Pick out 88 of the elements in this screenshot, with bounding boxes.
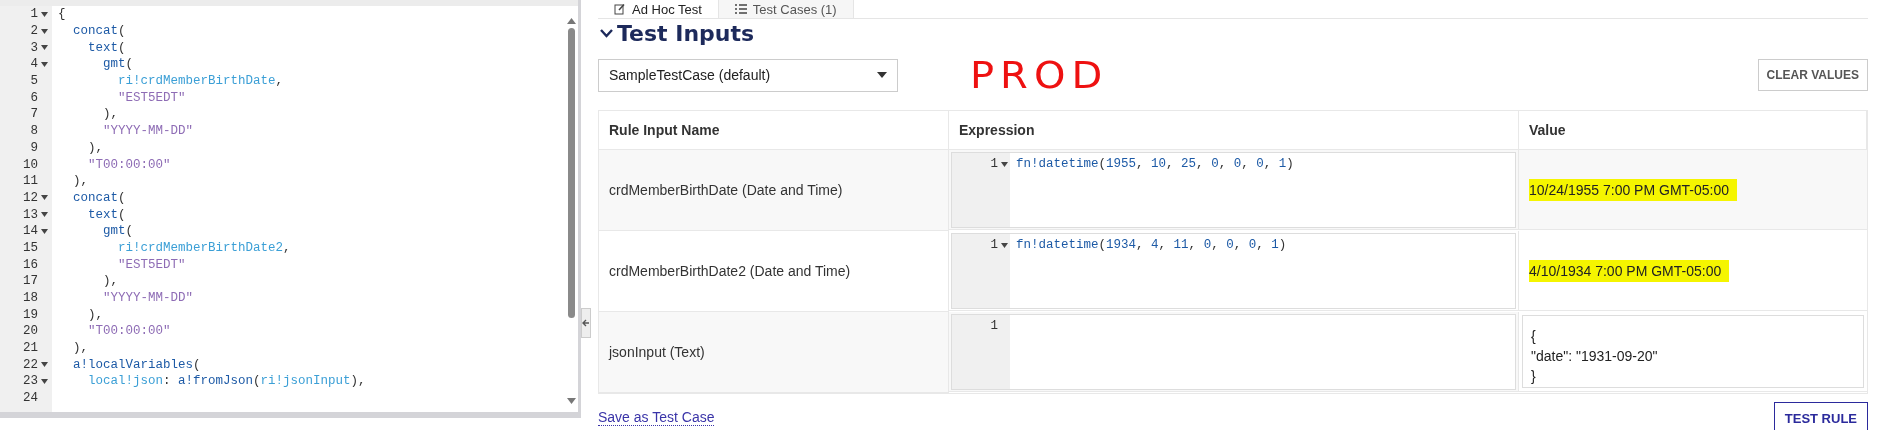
line-number: 24 bbox=[22, 391, 38, 406]
code-line: ), bbox=[87, 140, 103, 155]
code-line: gmt( bbox=[102, 224, 134, 239]
fold-caret-icon[interactable] bbox=[1001, 242, 1008, 248]
line-number: 14 bbox=[22, 224, 38, 239]
line-number: 23 bbox=[22, 374, 38, 389]
code-line: "YYYY-MM-DD" bbox=[102, 291, 193, 306]
scrollbar-thumb[interactable] bbox=[567, 28, 575, 318]
code-line: concat( bbox=[72, 24, 126, 39]
code-line: ri!crdMemberBirthDate2, bbox=[117, 240, 291, 255]
test-rule-button[interactable]: TEST RULE bbox=[1773, 402, 1868, 430]
tab[interactable]: Test Cases (1) bbox=[718, 0, 854, 18]
fold-caret-icon[interactable] bbox=[41, 212, 48, 218]
fold-caret-icon[interactable] bbox=[41, 45, 48, 51]
code-line: fn!datetime(1955, 10, 25, 0, 0, 0, 1) bbox=[1015, 157, 1294, 172]
scroll-up-icon[interactable] bbox=[566, 18, 576, 24]
code-line: ), bbox=[102, 107, 118, 122]
line-number: 22 bbox=[22, 357, 38, 372]
line-number: 4 bbox=[29, 57, 38, 72]
edit-icon bbox=[614, 3, 626, 15]
code-line: ), bbox=[72, 341, 88, 356]
value-text: 4/10/1934 7:00 PM GMT-05:00 bbox=[1529, 259, 1730, 282]
fold-caret-icon[interactable] bbox=[41, 11, 48, 17]
fold-caret-icon[interactable] bbox=[41, 378, 48, 384]
code-line: "EST5EDT" bbox=[117, 90, 186, 105]
code-line: { bbox=[57, 7, 66, 22]
line-number: 2 bbox=[29, 24, 38, 39]
table-cell: jsonInput (Text) bbox=[599, 312, 949, 393]
code-line: gmt( bbox=[102, 57, 134, 72]
line-number: 6 bbox=[29, 90, 38, 105]
clear-values-button[interactable]: CLEAR VALUES bbox=[1757, 59, 1868, 91]
fold-caret-icon[interactable] bbox=[41, 195, 48, 201]
line-number: 9 bbox=[29, 140, 38, 155]
value-text-box: { "date": "1931-09-20" } bbox=[1522, 315, 1864, 388]
code-line: "EST5EDT" bbox=[117, 257, 186, 272]
collapse-button[interactable] bbox=[581, 308, 591, 338]
scroll-down-icon[interactable] bbox=[566, 398, 576, 404]
fold-caret-icon[interactable] bbox=[41, 61, 48, 67]
code-line: ), bbox=[102, 274, 118, 289]
line-number: 1 bbox=[989, 157, 998, 172]
expression-editor[interactable]: 1 bbox=[951, 314, 1516, 390]
section-title: Test Inputs bbox=[617, 21, 755, 46]
arrow-left-icon bbox=[582, 319, 590, 327]
line-number: 19 bbox=[22, 307, 38, 322]
fold-caret-icon[interactable] bbox=[1001, 161, 1008, 167]
expression-editor[interactable]: 1 fn!datetime(1955, 10, 25, 0, 0, 0, 1) bbox=[951, 152, 1516, 228]
line-number: 20 bbox=[22, 324, 38, 339]
code-line: "YYYY-MM-DD" bbox=[102, 124, 193, 139]
code-line: text( bbox=[87, 207, 126, 222]
line-number: 18 bbox=[22, 291, 38, 306]
line-number: 1 bbox=[989, 238, 998, 253]
code-line: ), bbox=[72, 174, 88, 189]
line-number: 1 bbox=[29, 7, 38, 22]
code-line: local!json: a!fromJson(ri!jsonInput), bbox=[87, 374, 366, 389]
line-number: 13 bbox=[22, 207, 38, 222]
line-number: 5 bbox=[29, 74, 38, 89]
line-number: 1 bbox=[989, 319, 998, 334]
code-line: "T00:00:00" bbox=[87, 324, 171, 339]
fold-caret-icon[interactable] bbox=[41, 28, 48, 34]
line-number: 12 bbox=[22, 190, 38, 205]
code-line: text( bbox=[87, 40, 126, 55]
line-number: 21 bbox=[22, 341, 38, 356]
table-cell: crdMemberBirthDate2 (Date and Time) bbox=[599, 231, 949, 312]
code-line: ), bbox=[87, 307, 103, 322]
code-line: ri!crdMemberBirthDate, bbox=[117, 74, 284, 89]
line-number: 3 bbox=[29, 40, 38, 55]
code-line: "T00:00:00" bbox=[87, 157, 171, 172]
code-line: fn!datetime(1934, 4, 11, 0, 0, 0, 1) bbox=[1015, 238, 1287, 253]
line-number: 7 bbox=[29, 107, 38, 122]
line-number: 15 bbox=[22, 240, 38, 255]
expression-editor[interactable]: 1 fn!datetime(1934, 4, 11, 0, 0, 0, 1) bbox=[951, 233, 1516, 309]
save-as-test-case-link[interactable]: Save as Test Case bbox=[598, 409, 715, 426]
line-number: 16 bbox=[22, 257, 38, 272]
handwritten-annotation: PROD bbox=[970, 53, 1109, 97]
list-icon bbox=[734, 4, 747, 14]
code-line: concat( bbox=[72, 190, 126, 205]
line-number: 10 bbox=[22, 157, 38, 172]
line-number: 11 bbox=[22, 174, 38, 189]
chevron-down-icon[interactable] bbox=[600, 29, 613, 38]
table-cell: crdMemberBirthDate (Date and Time) bbox=[599, 150, 949, 231]
fold-caret-icon[interactable] bbox=[41, 362, 48, 368]
line-number: 17 bbox=[22, 274, 38, 289]
fold-caret-icon[interactable] bbox=[41, 228, 48, 234]
line-number: 8 bbox=[29, 124, 38, 139]
value-text: 10/24/1955 7:00 PM GMT-05:00 bbox=[1529, 178, 1737, 201]
caret-icon bbox=[877, 72, 887, 78]
code-line: a!localVariables( bbox=[72, 357, 201, 372]
test-case-dropdown[interactable]: SampleTestCase (default) bbox=[598, 58, 898, 92]
